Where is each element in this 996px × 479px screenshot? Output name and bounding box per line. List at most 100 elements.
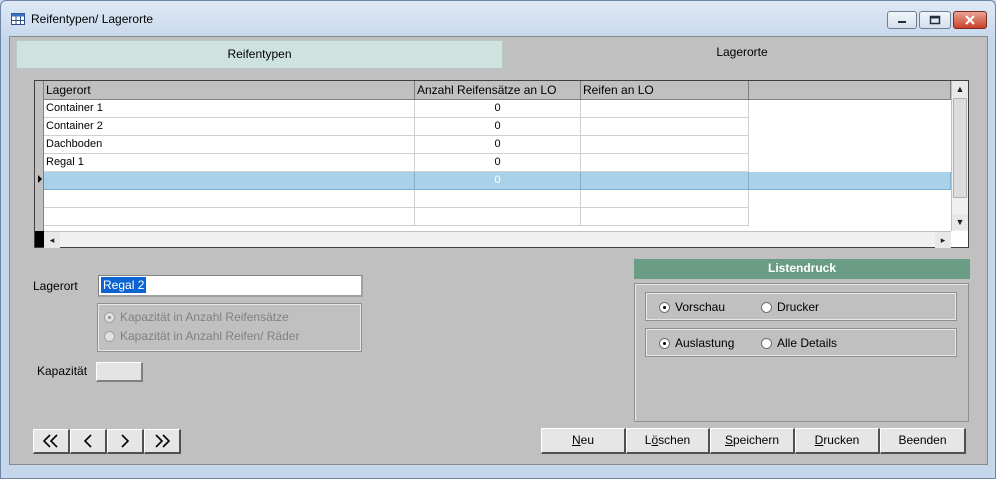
drucken-button[interactable]: Drucken xyxy=(795,428,880,454)
minimize-icon xyxy=(898,21,906,23)
record-selector-column[interactable] xyxy=(35,81,44,231)
option-drucker[interactable]: Drucker xyxy=(761,300,819,314)
minimize-button[interactable] xyxy=(887,11,917,29)
cell-lagerort[interactable]: Dachboden xyxy=(44,136,415,154)
option-vorschau[interactable]: Vorschau xyxy=(659,300,725,314)
option-label: Alle Details xyxy=(777,336,838,350)
radio-icon[interactable] xyxy=(104,330,115,342)
listendruck-panel: Vorschau Drucker Auslastung Alle Details xyxy=(634,283,969,422)
neu-button-label: eu xyxy=(580,433,595,447)
kapazitaet-label: Kapazität xyxy=(37,364,88,378)
app-window: Reifentypen/ Lagerorte Reifentypen Lager… xyxy=(0,0,996,479)
cell-anzahl[interactable]: 0 xyxy=(415,118,581,136)
cell-empty[interactable] xyxy=(749,172,951,190)
option-label: Kapazität in Anzahl Reifensätze xyxy=(120,310,289,324)
option-kapazitaet-reifensaetze[interactable]: Kapazität in Anzahl Reifensätze xyxy=(104,310,289,324)
grid-corner xyxy=(35,231,44,247)
radio-selected-icon[interactable] xyxy=(659,301,670,313)
option-label: Kapazität in Anzahl Reifen/ Räder xyxy=(120,329,300,343)
vertical-scrollbar[interactable]: ▲ ▼ xyxy=(951,81,968,231)
previous-record-button[interactable] xyxy=(70,429,107,454)
lagerort-input-value[interactable]: Regal 2 xyxy=(101,277,147,293)
option-kapazitaet-reifen[interactable]: Kapazität in Anzahl Reifen/ Räder xyxy=(104,329,299,343)
cell-lagerort[interactable] xyxy=(44,172,415,190)
option-auslastung[interactable]: Auslastung xyxy=(659,336,734,350)
cell-anzahl[interactable]: 0 xyxy=(415,172,581,190)
table-row-selected[interactable]: 0 xyxy=(44,172,951,190)
cell-reifen[interactable] xyxy=(581,208,749,226)
cell-reifen[interactable] xyxy=(581,100,749,118)
title-bar[interactable]: Reifentypen/ Lagerorte xyxy=(1,1,995,35)
radio-icon[interactable] xyxy=(761,337,772,349)
cell-reifen[interactable] xyxy=(581,172,749,190)
cell-reifen[interactable] xyxy=(581,118,749,136)
lagerort-label: Lagerort xyxy=(33,279,78,293)
scroll-down-icon[interactable]: ▼ xyxy=(952,214,968,230)
cell-reifen[interactable] xyxy=(581,136,749,154)
neu-button[interactable]: Neu xyxy=(541,428,626,454)
drucken-button-label: rucken xyxy=(823,433,860,447)
capacity-option-group: Kapazität in Anzahl Reifensätze Kapazitä… xyxy=(97,303,362,352)
option-label: Auslastung xyxy=(675,336,735,350)
table-row[interactable]: Dachboden 0 xyxy=(44,136,951,154)
table-row[interactable]: Container 1 0 xyxy=(44,100,951,118)
lagerorte-grid[interactable]: Lagerort Anzahl Reifensätze an LO Reifen… xyxy=(34,80,969,248)
vertical-scroll-thumb[interactable] xyxy=(953,98,967,198)
scroll-up-icon[interactable]: ▲ xyxy=(952,81,968,97)
option-label: Drucker xyxy=(777,300,820,314)
cell-anzahl[interactable]: 0 xyxy=(415,136,581,154)
speichern-button-accesskey: S xyxy=(724,433,733,447)
speichern-button[interactable]: Speichern xyxy=(710,428,795,454)
next-record-icon xyxy=(121,434,130,448)
scroll-left-icon[interactable]: ◂ xyxy=(44,232,60,248)
cell-reifen[interactable] xyxy=(581,190,749,208)
radio-selected-icon[interactable] xyxy=(104,311,115,323)
column-header-reifen[interactable]: Reifen an LO xyxy=(581,81,749,100)
loeschen-button[interactable]: Löschen xyxy=(626,428,710,454)
cell-reifen[interactable] xyxy=(581,154,749,172)
column-header-empty xyxy=(749,81,951,100)
listendruck-header: Listendruck xyxy=(634,259,970,279)
close-icon xyxy=(965,15,975,25)
close-button[interactable] xyxy=(953,11,987,29)
previous-record-icon xyxy=(83,434,92,448)
next-record-button[interactable] xyxy=(107,429,144,454)
horizontal-scrollbar[interactable]: ◂ ▸ xyxy=(44,231,951,248)
radio-icon[interactable] xyxy=(761,301,772,313)
form-client-area: Reifentypen Lagerorte Lagerort Anzahl Re… xyxy=(9,36,988,465)
cell-anzahl[interactable] xyxy=(415,190,581,208)
cell-lagerort[interactable]: Container 1 xyxy=(44,100,415,118)
last-record-button[interactable] xyxy=(144,429,181,454)
column-header-anzahl[interactable]: Anzahl Reifensätze an LO xyxy=(415,81,581,100)
radio-selected-icon[interactable] xyxy=(659,337,670,349)
scroll-right-icon[interactable]: ▸ xyxy=(935,232,951,248)
beenden-button[interactable]: Beenden xyxy=(880,428,966,454)
table-row[interactable]: Regal 1 0 xyxy=(44,154,951,172)
maximize-button[interactable] xyxy=(919,11,951,29)
table-icon xyxy=(11,13,25,25)
cell-lagerort[interactable] xyxy=(44,208,415,226)
current-record-icon xyxy=(38,175,42,183)
speichern-button-label: peichern xyxy=(732,433,780,447)
lagerort-input[interactable]: Regal 2 xyxy=(98,275,363,297)
loeschen-button-label: schen xyxy=(658,433,691,447)
tab-reifentypen[interactable]: Reifentypen xyxy=(16,40,503,69)
cell-lagerort[interactable]: Regal 1 xyxy=(44,154,415,172)
kapazitaet-input[interactable] xyxy=(96,362,143,382)
cell-lagerort[interactable]: Container 2 xyxy=(44,118,415,136)
table-row[interactable] xyxy=(44,190,951,208)
table-row[interactable] xyxy=(44,208,951,226)
cell-lagerort[interactable] xyxy=(44,190,415,208)
cell-anzahl[interactable] xyxy=(415,208,581,226)
neu-button-accesskey: N xyxy=(571,433,581,447)
tab-lagerorte[interactable]: Lagerorte xyxy=(503,37,981,66)
cell-anzahl[interactable]: 0 xyxy=(415,154,581,172)
option-alle-details[interactable]: Alle Details xyxy=(761,336,837,350)
cell-anzahl[interactable]: 0 xyxy=(415,100,581,118)
column-header-lagerort[interactable]: Lagerort xyxy=(44,81,415,100)
output-option-group: Vorschau Drucker xyxy=(645,292,957,321)
last-record-icon xyxy=(155,434,171,448)
first-record-icon xyxy=(42,434,58,448)
table-row[interactable]: Container 2 0 xyxy=(44,118,951,136)
first-record-button[interactable] xyxy=(33,429,70,454)
